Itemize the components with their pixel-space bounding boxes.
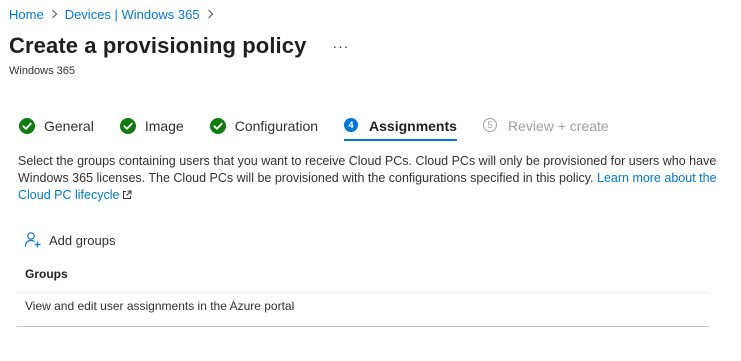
more-options-button[interactable]: ··· <box>332 38 349 54</box>
chevron-right-icon <box>207 9 214 19</box>
groups-column-header: Groups <box>25 267 68 281</box>
page-title: Create a provisioning policy <box>9 33 307 58</box>
step-label: Assignments <box>369 118 457 134</box>
page-subtitle: Windows 365 <box>9 65 76 77</box>
check-circle-icon <box>209 118 226 134</box>
breadcrumb: Home Devices | Windows 365 <box>9 6 221 22</box>
check-circle-icon <box>19 118 35 134</box>
step-label: Configuration <box>234 118 319 134</box>
step-number: 5 <box>482 118 497 132</box>
breadcrumb-home[interactable]: Home <box>9 7 44 22</box>
step-label: Review + create <box>507 118 609 134</box>
step-general[interactable]: General <box>19 118 94 134</box>
assignments-description: Select the groups containing users that … <box>18 153 718 205</box>
table-divider <box>17 326 709 327</box>
step-number: 4 <box>344 118 359 132</box>
external-link-icon <box>122 188 132 205</box>
check-circle-icon <box>119 118 136 134</box>
step-number-badge: 5 <box>482 118 499 134</box>
wizard-steps: General Image Configuration 4 Assignment… <box>19 116 635 141</box>
chevron-right-icon <box>51 9 58 19</box>
add-groups-button[interactable]: Add groups <box>24 231 116 249</box>
table-divider <box>17 292 709 293</box>
add-user-icon <box>24 231 42 249</box>
step-configuration[interactable]: Configuration <box>209 118 319 134</box>
add-groups-label: Add groups <box>49 232 116 248</box>
step-image[interactable]: Image <box>119 118 184 134</box>
step-assignments[interactable]: 4 Assignments <box>344 118 457 141</box>
step-label: General <box>44 118 94 134</box>
step-number-badge: 4 <box>344 118 360 134</box>
table-row: View and edit user assignments in the Az… <box>25 299 295 313</box>
breadcrumb-devices-windows365[interactable]: Devices | Windows 365 <box>65 7 200 22</box>
title-row: Create a provisioning policy ··· <box>9 33 349 59</box>
step-review-create[interactable]: 5 Review + create <box>482 118 609 134</box>
step-label: Image <box>144 118 184 134</box>
